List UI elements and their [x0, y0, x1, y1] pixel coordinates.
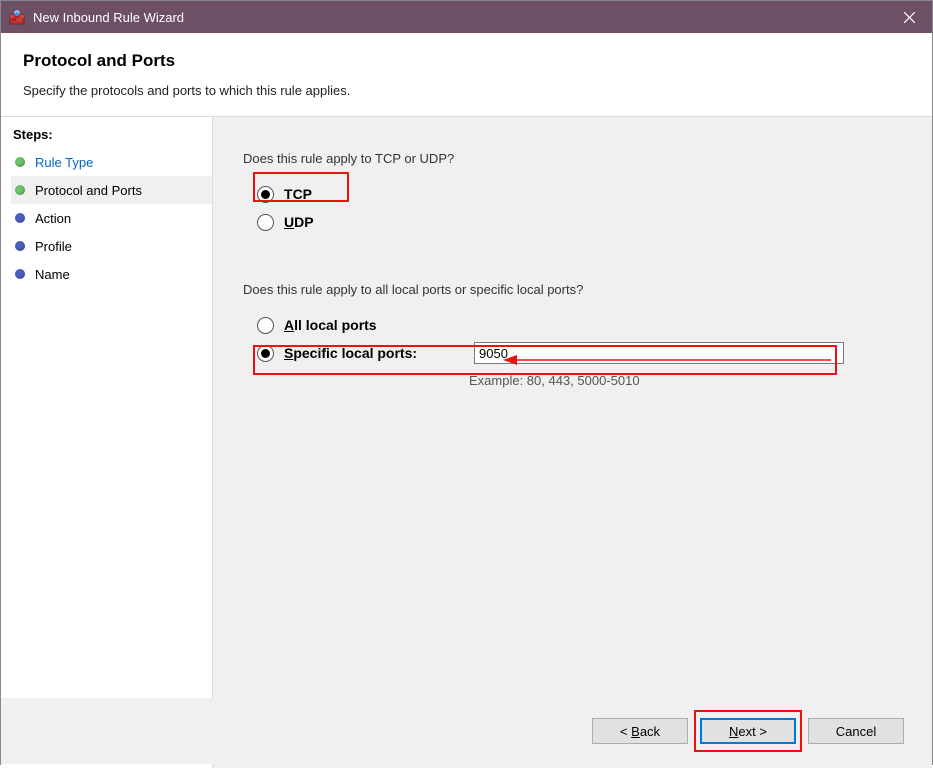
step-bullet-icon [15, 157, 25, 167]
protocol-udp-row[interactable]: UDP [257, 208, 902, 236]
protocol-tcp-row[interactable]: TCP [257, 180, 902, 208]
step-label: Rule Type [35, 155, 93, 170]
step-bullet-icon [15, 241, 25, 251]
close-icon [904, 12, 915, 23]
step-bullet-icon [15, 269, 25, 279]
step-label: Action [35, 211, 71, 226]
ports-specific-row[interactable]: Specific local ports: [257, 339, 902, 367]
wizard-body: Steps: Rule Type Protocol and Ports Action… [1, 117, 932, 768]
step-protocol-and-ports: Protocol and Ports [11, 176, 212, 204]
tcp-radio[interactable] [257, 186, 274, 203]
titlebar[interactable]: New Inbound Rule Wizard [1, 1, 932, 33]
all-ports-label: All local ports [284, 317, 474, 333]
protocol-question: Does this rule apply to TCP or UDP? [243, 151, 902, 166]
step-name: Name [11, 260, 212, 288]
all-ports-radio[interactable] [257, 317, 274, 334]
ports-question: Does this rule apply to all local ports … [243, 282, 902, 297]
steps-sidebar: Steps: Rule Type Protocol and Ports Action… [1, 117, 213, 768]
udp-radio[interactable] [257, 214, 274, 231]
specific-ports-radio[interactable] [257, 345, 274, 362]
specific-ports-label: Specific local ports: [284, 345, 474, 361]
step-label: Profile [35, 239, 72, 254]
steps-heading: Steps: [11, 127, 212, 148]
ports-all-row[interactable]: All local ports [257, 311, 902, 339]
page-description: Specify the protocols and ports to which… [23, 83, 910, 98]
step-label: Name [35, 267, 70, 282]
window-title: New Inbound Rule Wizard [33, 10, 886, 25]
ports-example: Example: 80, 443, 5000-5010 [469, 373, 902, 388]
step-rule-type[interactable]: Rule Type [11, 148, 212, 176]
udp-label: UDP [284, 214, 314, 230]
cancel-button[interactable]: Cancel [808, 718, 904, 744]
next-button[interactable]: Next > [700, 718, 796, 744]
page-header: Protocol and Ports Specify the protocols… [1, 33, 932, 117]
step-action: Action [11, 204, 212, 232]
firewall-icon [9, 9, 25, 25]
wizard-window: New Inbound Rule Wizard Protocol and Por… [0, 0, 933, 765]
step-bullet-icon [15, 213, 25, 223]
page-title: Protocol and Ports [23, 51, 910, 71]
tcp-label: TCP [284, 186, 312, 202]
step-label: Protocol and Ports [35, 183, 142, 198]
specific-ports-input[interactable] [474, 342, 844, 364]
step-bullet-icon [15, 185, 25, 195]
step-profile: Profile [11, 232, 212, 260]
wizard-footer: < Back Next > Cancel [1, 698, 932, 764]
back-button[interactable]: < Back [592, 718, 688, 744]
content-pane: Does this rule apply to TCP or UDP? TCP … [213, 117, 932, 768]
close-button[interactable] [886, 1, 932, 33]
